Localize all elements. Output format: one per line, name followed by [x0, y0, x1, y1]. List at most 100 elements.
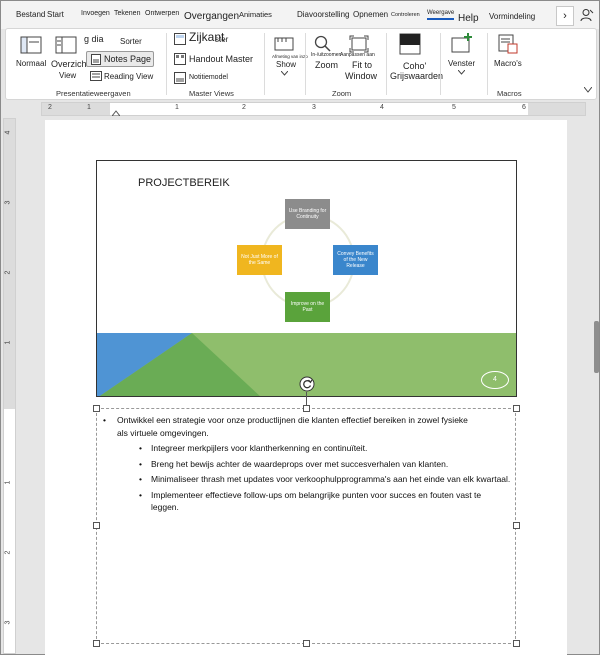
vertical-ruler[interactable]: 4 3 2 1 1 2 3 — [3, 118, 16, 654]
ruler-tick: 2 — [242, 104, 246, 111]
tab-overgangen[interactable]: Overgangen — [184, 11, 239, 22]
slide-thumbnail[interactable]: PROJECTBEREIK Use Branding for Continuit… — [96, 160, 517, 397]
notes-bullet-sub: Minimaliseer thrash met updates voor ver… — [101, 473, 571, 486]
ribbon-tabs: Bestand Start Invoegen Tekenen Ontwerpen… — [1, 1, 599, 29]
rotate-handle-icon[interactable] — [299, 376, 315, 392]
tab-invoegen[interactable]: Invoegen — [81, 10, 110, 17]
reading-view-button[interactable]: Reading View — [104, 72, 153, 81]
ruler-tick: 1 — [175, 104, 179, 111]
slide-master-icon[interactable] — [174, 33, 186, 45]
slide-master-button[interactable]: Zijkant — [189, 30, 224, 44]
notes-bullet-sub: Breng het bewijs achter de waardeprops o… — [101, 458, 571, 471]
group-label-macros: Macros — [497, 89, 522, 98]
resize-handle[interactable] — [513, 640, 520, 647]
show-ruler-icon[interactable] — [274, 35, 296, 55]
outline-view-icon[interactable] — [55, 36, 77, 54]
color-button[interactable]: Coho' — [403, 61, 426, 71]
ruler-tick: 3 — [4, 200, 12, 205]
share-person-icon[interactable] — [580, 8, 594, 22]
cycle-box-top: Use Branding for Continuity — [285, 199, 330, 229]
new-window-icon[interactable] — [451, 33, 473, 53]
tab-diavoorstelling[interactable]: Diavoorstelling — [297, 10, 349, 19]
macros-button[interactable]: Macro's — [494, 59, 522, 68]
resize-handle[interactable] — [513, 405, 520, 412]
resize-handle[interactable] — [93, 405, 100, 412]
window-button[interactable]: Venster — [448, 59, 475, 68]
resize-handle[interactable] — [93, 640, 100, 647]
tab-bestand[interactable]: Bestand — [16, 10, 45, 19]
group-label-master-views: Master Views — [189, 89, 234, 98]
notes-master-icon[interactable] — [174, 72, 186, 84]
tab-tekenen[interactable]: Tekenen — [114, 10, 140, 17]
tab-controleren[interactable]: Controleren — [391, 12, 420, 18]
show-button[interactable]: Show — [276, 60, 296, 69]
notes-bullet-sub: Integreer merkpijlers voor klantherkenni… — [101, 442, 571, 455]
handout-master-icon[interactable] — [174, 53, 186, 65]
ribbon-separator — [264, 33, 265, 95]
fit-label-small: Aanpassen aan — [340, 52, 375, 58]
more-tabs-button[interactable]: › — [556, 6, 574, 26]
notes-page-icon — [91, 54, 101, 65]
ruler-margin — [42, 103, 110, 115]
tab-vormindeling[interactable]: Vormindeling — [489, 12, 535, 21]
cycle-box-bottom: Improve on the Past — [285, 292, 330, 322]
normal-view-button[interactable]: Normaal — [16, 59, 46, 68]
reading-view-icon[interactable] — [90, 71, 102, 81]
group-label-zoom: Zoom — [332, 89, 352, 98]
fit-to-window-label-2: Window — [345, 71, 378, 81]
ribbon-separator — [166, 33, 167, 95]
ruler-tick: 2 — [4, 550, 12, 555]
notes-master-button[interactable]: Notitiemodel — [189, 74, 228, 81]
indent-marker-icon[interactable] — [112, 108, 120, 116]
ribbon-separator — [305, 33, 306, 95]
ruler-tick: 2 — [48, 104, 52, 111]
ribbon-separator — [440, 33, 441, 95]
chevron-down-icon — [281, 71, 288, 76]
tab-start[interactable]: Start — [47, 10, 64, 19]
ribbon-collapse-chevron-icon[interactable] — [584, 87, 592, 93]
ruler-tick: 5 — [452, 104, 456, 111]
tab-opnemen[interactable]: Opnemen — [353, 10, 388, 19]
horizontal-ruler[interactable]: 2 1 1 2 3 4 5 6 — [41, 102, 586, 116]
notes-page-button[interactable]: Notes Page — [86, 51, 154, 67]
ruler-tick: 1 — [4, 340, 12, 345]
ruler-tick: 2 — [4, 270, 12, 275]
fit-to-window-icon[interactable] — [349, 35, 369, 53]
normal-view-icon[interactable] — [20, 36, 42, 54]
resize-handle[interactable] — [93, 522, 100, 529]
tab-help[interactable]: Help — [458, 13, 479, 24]
macros-icon[interactable] — [498, 34, 518, 54]
cycle-box-left: Not Just More of the Same — [237, 245, 282, 275]
zoom-icon[interactable] — [314, 35, 332, 53]
tab-ontwerpen[interactable]: Ontwerpen — [145, 10, 179, 17]
ribbon-weergave: Normaal Overzicht View Sorter g dia Note… — [5, 28, 597, 100]
notes-page-label: Notes Page — [104, 54, 152, 64]
slide-sorter-label: g dia — [84, 34, 104, 44]
outline-view-button[interactable]: Overzicht — [51, 59, 89, 69]
group-label-presentation-views: Presentatieweergaven — [56, 89, 131, 98]
grayscale-icon[interactable] — [399, 33, 421, 55]
vertical-scrollbar-thumb[interactable] — [594, 321, 599, 373]
slide-sorter-button[interactable]: Sorter — [120, 37, 142, 46]
fit-to-window-button[interactable]: Fit to — [352, 60, 372, 70]
notes-bullet-sub: Implementeer effectieve follow-ups om be… — [101, 489, 511, 514]
app-window: Bestand Start Invoegen Tekenen Ontwerpen… — [0, 0, 600, 655]
chevron-down-icon — [458, 70, 465, 75]
resize-handle[interactable] — [303, 405, 310, 412]
ruler-margin — [4, 119, 15, 409]
zoom-button[interactable]: Zoom — [315, 60, 338, 70]
ribbon-separator — [386, 33, 387, 95]
outline-view-label-2: View — [59, 71, 77, 80]
slide-title: PROJECTBEREIK — [138, 177, 230, 189]
notes-text[interactable]: Ontwikkel een strategie voor onze produc… — [101, 414, 571, 514]
show-label-small: Afmeting van inzo — [272, 54, 308, 59]
resize-handle[interactable] — [303, 640, 310, 647]
grayscale-button[interactable]: Grijswaarden — [390, 71, 443, 81]
tab-animaties[interactable]: Animaties — [239, 10, 272, 19]
ruler-tick: 6 — [522, 104, 526, 111]
tab-weergave[interactable]: Weergave — [427, 10, 455, 20]
resize-handle[interactable] — [513, 522, 520, 529]
zoom-label-small: In-/uitzoomen — [311, 52, 342, 58]
handout-master-button[interactable]: Handout Master — [189, 54, 253, 64]
slide-number-badge: 4 — [481, 371, 509, 389]
